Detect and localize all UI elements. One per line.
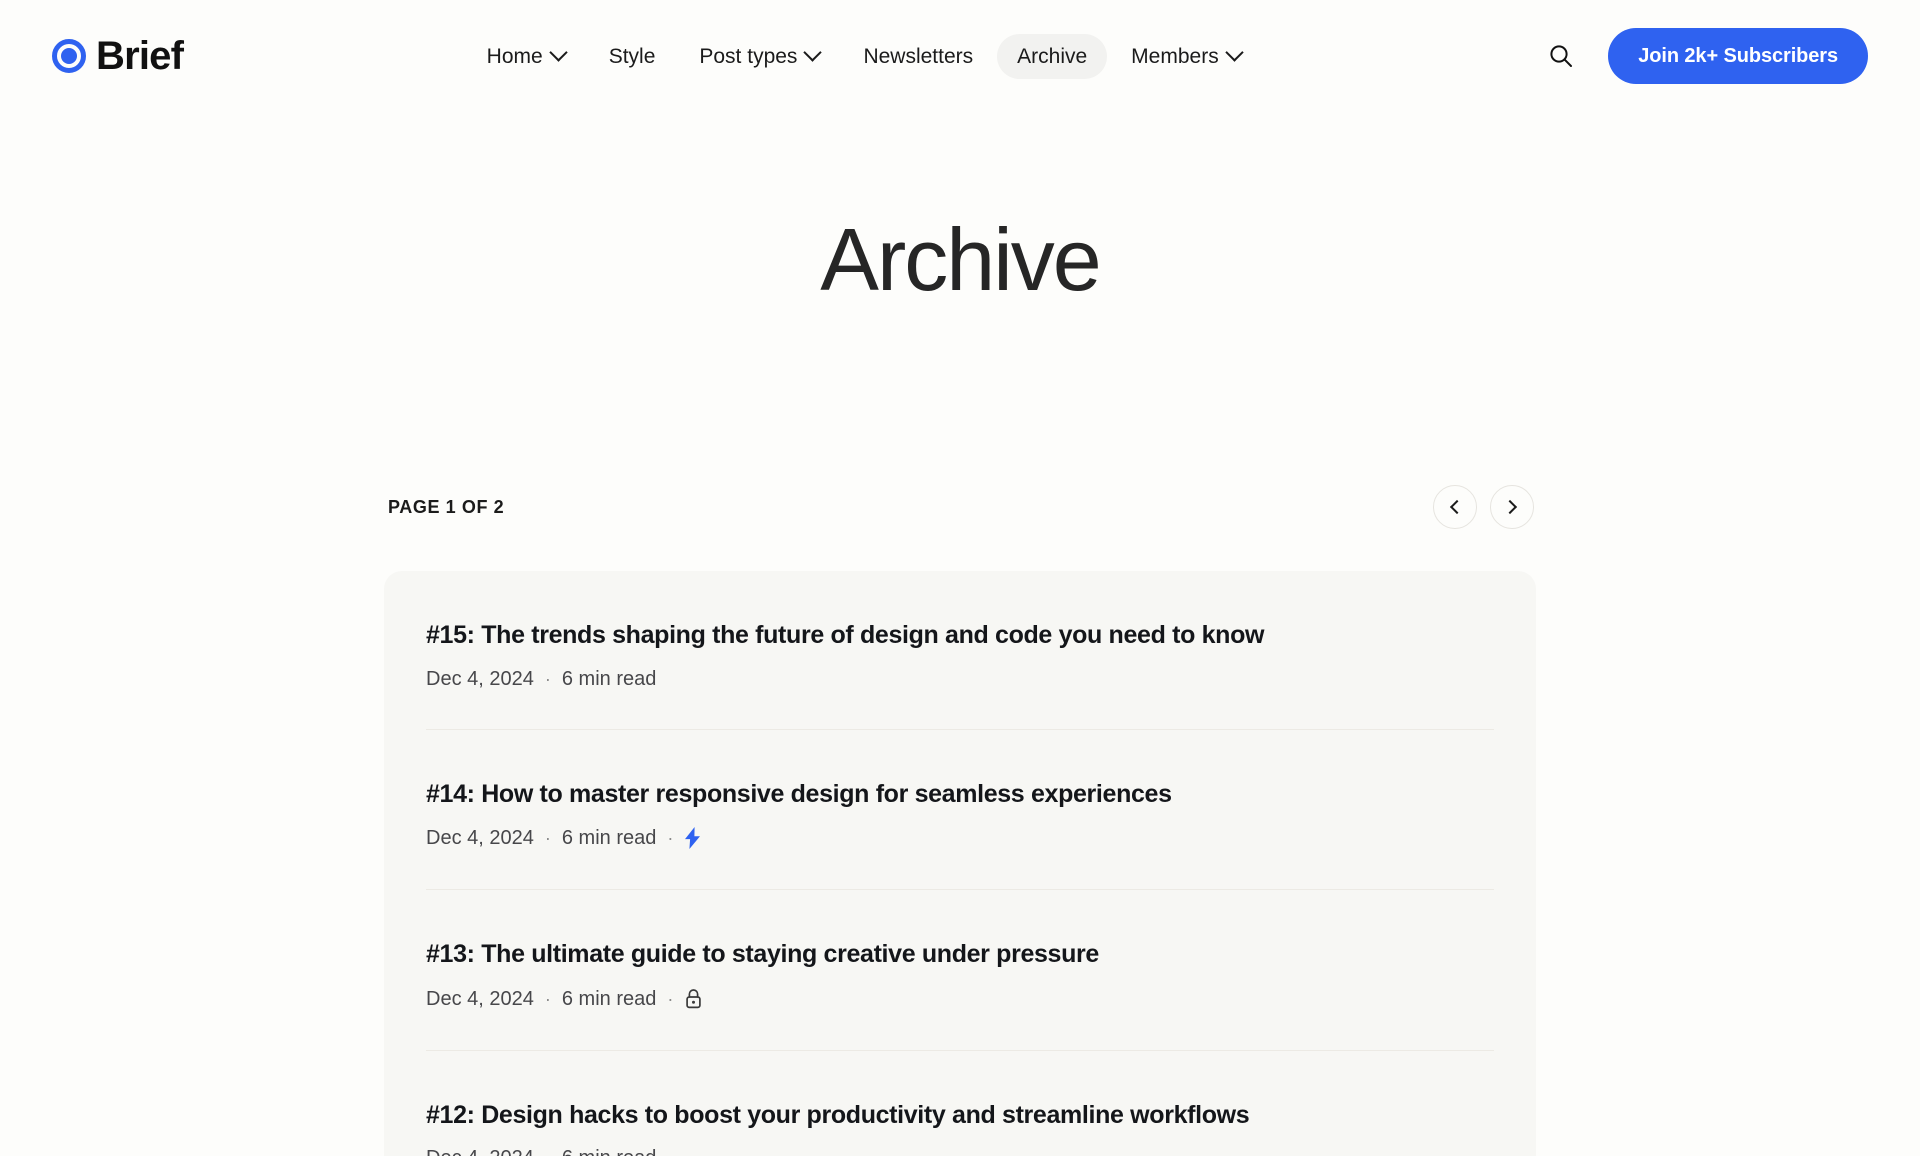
post-read-time: 6 min read — [561, 987, 657, 1010]
post-date: Dec 4, 2024 — [426, 987, 534, 1010]
main-nav: Home Style Post types Newsletters Archiv… — [183, 33, 1544, 79]
nav-item-home[interactable]: Home — [467, 34, 585, 79]
pagination-controls — [1433, 485, 1534, 529]
nav-item-label: Style — [608, 44, 656, 68]
nav-item-label: Members — [1131, 44, 1219, 68]
post-title: #14: How to master responsive design for… — [426, 779, 1172, 808]
post-date: Dec 4, 2024 — [426, 827, 534, 849]
header-actions: Join 2k+ Subscribers — [1544, 28, 1868, 84]
post-meta: Dec 4, 2024 · 6 min read — [426, 669, 1494, 689]
post-date: Dec 4, 2024 — [426, 667, 534, 690]
meta-separator: · — [667, 828, 674, 848]
post-read-time: 6 min read — [562, 1148, 657, 1156]
bolt-icon — [684, 827, 701, 849]
archive-section: PAGE 1 OF 2 #15: The trends shaping the … — [384, 304, 1536, 1156]
archive-toolbar: PAGE 1 OF 2 — [384, 485, 1536, 529]
prev-page-button[interactable] — [1433, 485, 1477, 529]
site-header: Brief Home Style Post types Newsletters … — [0, 0, 1920, 112]
target-circle-icon — [52, 39, 86, 73]
join-subscribers-button[interactable]: Join 2k+ Subscribers — [1608, 28, 1868, 84]
post-meta: Dec 4, 2024 · 6 min read · — [426, 827, 1494, 849]
meta-separator: · — [667, 988, 674, 1009]
search-icon[interactable] — [1544, 39, 1578, 73]
nav-item-newsletters[interactable]: Newsletters — [843, 34, 993, 79]
chevron-down-icon — [803, 42, 823, 62]
list-item[interactable]: #13: The ultimate guide to staying creat… — [426, 890, 1494, 1051]
nav-item-label: Archive — [1017, 44, 1088, 68]
post-meta: Dec 4, 2024 · 6 min read — [426, 1148, 1494, 1156]
nav-item-members[interactable]: Members — [1111, 34, 1261, 79]
chevron-down-icon — [1225, 42, 1244, 62]
list-item[interactable]: #15: The trends shaping the future of de… — [426, 571, 1494, 730]
post-title: #15: The trends shaping the future of de… — [426, 621, 1265, 649]
post-list: #15: The trends shaping the future of de… — [384, 571, 1536, 1156]
meta-separator: · — [544, 668, 551, 689]
list-item[interactable]: #14: How to master responsive design for… — [426, 730, 1494, 890]
nav-item-style[interactable]: Style — [589, 34, 676, 79]
next-page-button[interactable] — [1490, 485, 1534, 529]
post-title: #12: Design hacks to boost your producti… — [426, 1100, 1250, 1129]
brand-name: Brief — [96, 34, 184, 78]
nav-item-label: Post types — [699, 44, 798, 68]
list-item[interactable]: #12: Design hacks to boost your producti… — [426, 1051, 1494, 1156]
meta-separator: · — [534, 1149, 562, 1156]
post-meta: Dec 4, 2024 · 6 min read · — [426, 988, 1494, 1010]
nav-item-label: Home — [486, 44, 543, 68]
post-read-time: 6 min read — [561, 827, 657, 849]
lock-icon — [684, 988, 703, 1010]
chevron-down-icon — [548, 42, 568, 62]
page-counter: PAGE 1 OF 2 — [388, 496, 505, 517]
meta-separator: · — [544, 828, 551, 848]
nav-item-post-types[interactable]: Post types — [679, 34, 839, 79]
post-read-time: 6 min read — [561, 667, 657, 690]
nav-item-label: Newsletters — [863, 44, 974, 68]
chevron-left-icon — [1449, 499, 1465, 515]
post-title: #13: The ultimate guide to staying creat… — [426, 940, 1099, 968]
meta-separator: · — [544, 988, 551, 1009]
post-date: Dec 4, 2024 — [426, 1148, 534, 1156]
page-title: Archive — [820, 210, 1101, 309]
chevron-right-icon — [1502, 499, 1518, 515]
brand-logo[interactable]: Brief — [52, 34, 184, 78]
nav-item-archive[interactable]: Archive — [997, 33, 1108, 79]
